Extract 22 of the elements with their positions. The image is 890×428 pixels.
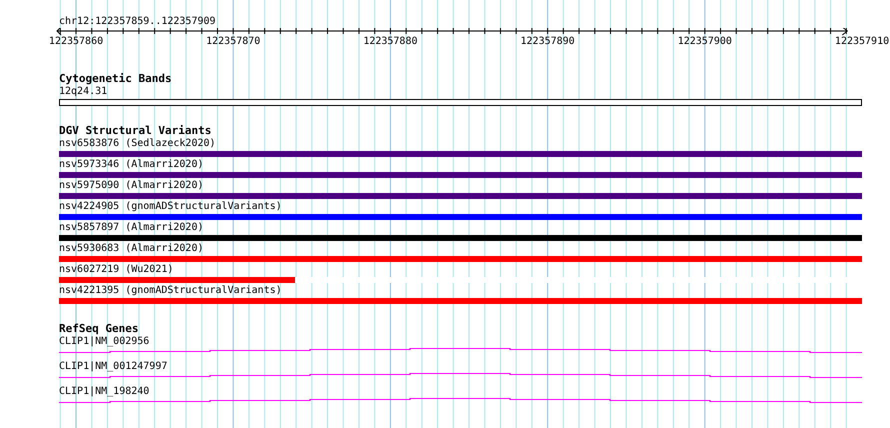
ruler-label: 122357880 [363, 36, 418, 47]
track-title: RefSeq Genes [59, 321, 140, 336]
feature-label: nsv6027219 (Wu2021) [59, 264, 174, 276]
feature-label: CLIP1|NM_001247997 [59, 361, 168, 373]
ruler-label: 122357910 [834, 36, 890, 47]
ruler-label: 122357860 [48, 36, 104, 47]
ruler-label: 122357900 [678, 36, 732, 47]
feature-label: nsv5975090 (Almarri2020) [59, 180, 204, 192]
feature-label: nsv5973346 (Almarri2020) [59, 159, 204, 171]
feature-label: CLIP1|NM_002956 [59, 336, 150, 348]
feature-label: nsv5857897 (Almarri2020) [59, 222, 204, 234]
feature-label: nsv6583876 (Sedlazeck2020) [59, 138, 217, 150]
track-title: DGV Structural Variants [59, 123, 212, 138]
location-label: chr12:122357859..122357909 [59, 16, 217, 28]
feature-label: nsv4224905 (gnomADStructuralVariants) [59, 201, 283, 213]
ruler-label: 122357890 [520, 36, 575, 47]
ruler-label: 122357870 [206, 36, 260, 47]
track-title: Cytogenetic Bands [59, 71, 173, 86]
feature-label: nsv4221395 (gnomADStructuralVariants) [59, 285, 283, 297]
feature-label: CLIP1|NM_198240 [59, 386, 150, 398]
feature-label: nsv5930683 (Almarri2020) [59, 243, 204, 255]
feature-label: 12q24.31 [59, 86, 108, 98]
